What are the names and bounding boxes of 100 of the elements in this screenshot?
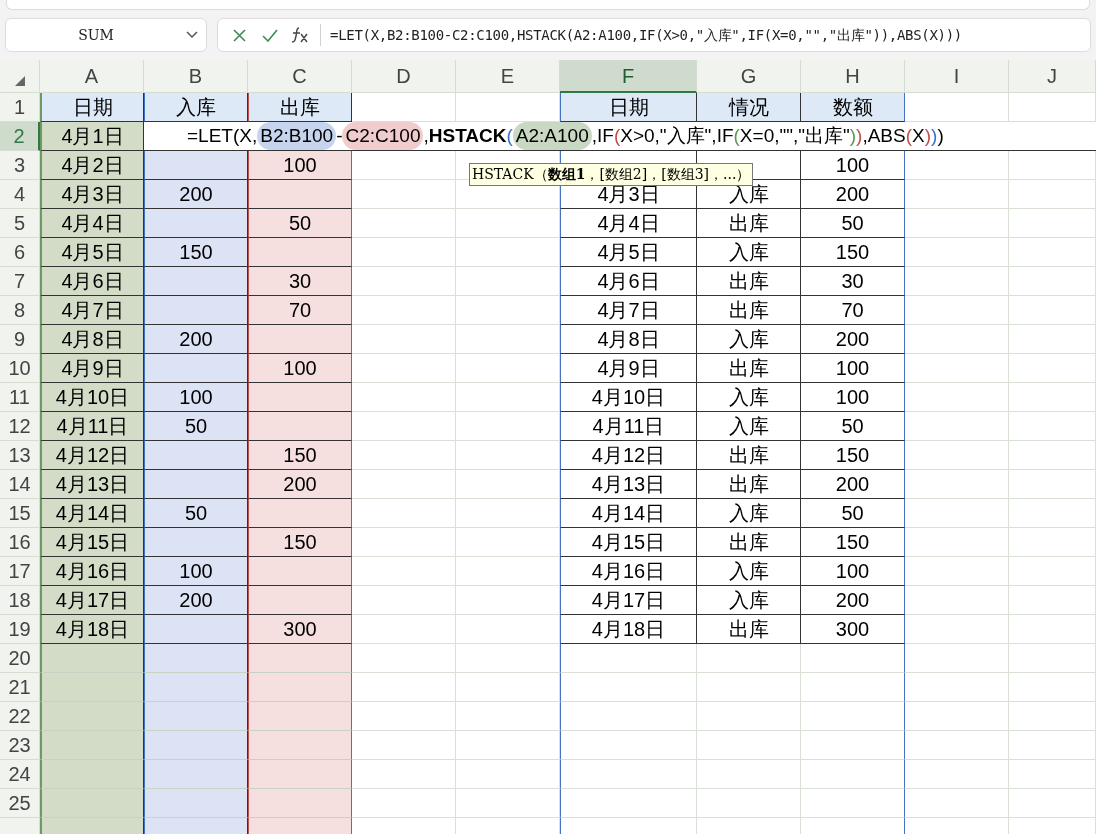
table-cell: 4月4日: [560, 209, 697, 238]
row-header[interactable]: 23: [0, 731, 40, 760]
column-header[interactable]: A: [40, 60, 144, 93]
table-cell: 入库: [697, 383, 801, 412]
table-cell: 150: [248, 528, 352, 557]
table-cell: 出库: [697, 209, 801, 238]
row-header[interactable]: 8: [0, 296, 40, 325]
table-cell: 出库: [697, 354, 801, 383]
table-cell: 150: [801, 528, 905, 557]
formula-bar[interactable]: =LET(X,B2:B100-C2:C100,HSTACK(A2:A100,IF(X>0,"入库",IF(X=0,"","出库")),ABS(X))): [217, 18, 1091, 52]
table-cell: 100: [248, 354, 352, 383]
table-cell: 300: [248, 615, 352, 644]
chevron-down-icon: [186, 31, 198, 39]
table-cell: 4月5日: [40, 238, 144, 267]
column-header[interactable]: E: [456, 60, 560, 93]
table-cell: 200: [801, 586, 905, 615]
table-cell: 4月6日: [40, 267, 144, 296]
corner-header[interactable]: [0, 60, 40, 93]
table-cell: 4月2日: [40, 151, 144, 180]
table-cell: 30: [801, 267, 905, 296]
table-cell: 100: [801, 354, 905, 383]
row-header[interactable]: 12: [0, 412, 40, 441]
table-cell: 4月16日: [560, 557, 697, 586]
table-cell: 日期: [560, 93, 697, 122]
row-header[interactable]: 16: [0, 528, 40, 557]
table-cell: 100: [248, 151, 352, 180]
row-header[interactable]: 6: [0, 238, 40, 267]
table-cell: 出库: [697, 267, 801, 296]
row-header[interactable]: 20: [0, 644, 40, 673]
table-cell: 100: [801, 557, 905, 586]
table-cell: 150: [801, 441, 905, 470]
row-header[interactable]: 3: [0, 151, 40, 180]
table-cell: 4月4日: [40, 209, 144, 238]
row-header[interactable]: 19: [0, 615, 40, 644]
table-cell: 50: [144, 499, 248, 528]
table-cell: 4月13日: [40, 470, 144, 499]
table-cell: 4月3日: [40, 180, 144, 209]
row-header[interactable]: 21: [0, 673, 40, 702]
table-cell: 4月9日: [40, 354, 144, 383]
row-header[interactable]: 11: [0, 383, 40, 412]
table-cell: 出库: [697, 615, 801, 644]
row-header[interactable]: 2: [0, 122, 40, 151]
table-cell: 出库: [697, 296, 801, 325]
row-header[interactable]: 5: [0, 209, 40, 238]
row-header[interactable]: 14: [0, 470, 40, 499]
row-header[interactable]: 13: [0, 441, 40, 470]
table-cell: 数额: [801, 93, 905, 122]
table-cell: 300: [801, 615, 905, 644]
table-cell: 100: [144, 557, 248, 586]
row-header[interactable]: 7: [0, 267, 40, 296]
table-cell: 200: [144, 325, 248, 354]
column-header[interactable]: F: [560, 60, 697, 93]
table-cell: 200: [801, 325, 905, 354]
table-cell: 入库: [697, 325, 801, 354]
table-cell: 4月6日: [560, 267, 697, 296]
table-cell: 100: [801, 383, 905, 412]
column-header[interactable]: C: [248, 60, 352, 93]
table-cell: 150: [248, 441, 352, 470]
table-cell: 4月7日: [40, 296, 144, 325]
table-cell: 150: [801, 238, 905, 267]
table-cell: 50: [248, 209, 352, 238]
row-header[interactable]: 25: [0, 789, 40, 818]
column-header[interactable]: I: [905, 60, 1009, 93]
table-cell: 4月8日: [560, 325, 697, 354]
column-header[interactable]: B: [144, 60, 248, 93]
row-header[interactable]: 1: [0, 93, 40, 122]
function-tooltip: HSTACK（数组1，[数组2]，[数组3]，...）: [469, 163, 754, 186]
select-all-icon[interactable]: [14, 76, 25, 86]
table-cell: 4月11日: [560, 412, 697, 441]
row-header[interactable]: 18: [0, 586, 40, 615]
table-cell: 日期: [40, 93, 144, 122]
table-cell: 入库: [697, 238, 801, 267]
row-header[interactable]: 22: [0, 702, 40, 731]
table-cell: 200: [144, 180, 248, 209]
name-box[interactable]: SUM: [5, 18, 207, 52]
table-cell: 4月13日: [560, 470, 697, 499]
column-header[interactable]: J: [1009, 60, 1096, 93]
table-cell: 4月14日: [40, 499, 144, 528]
row-header[interactable]: 15: [0, 499, 40, 528]
table-cell: 情况: [697, 93, 801, 122]
table-cell: 100: [144, 383, 248, 412]
table-cell: 出库: [697, 441, 801, 470]
column-header[interactable]: D: [352, 60, 456, 93]
close-icon[interactable]: [233, 28, 246, 42]
row-header[interactable]: 24: [0, 760, 40, 789]
column-header[interactable]: G: [697, 60, 801, 93]
table-cell: 入库: [144, 93, 248, 122]
function-icon[interactable]: [290, 26, 308, 44]
row-header[interactable]: 9: [0, 325, 40, 354]
row-header[interactable]: 17: [0, 557, 40, 586]
table-cell: 入库: [697, 557, 801, 586]
row-header[interactable]: 4: [0, 180, 40, 209]
table-cell: 入库: [697, 412, 801, 441]
check-icon[interactable]: [262, 28, 278, 42]
column-header[interactable]: H: [801, 60, 905, 93]
table-cell: 4月7日: [560, 296, 697, 325]
table-cell: 出库: [697, 470, 801, 499]
row-header[interactable]: 10: [0, 354, 40, 383]
formula-text: =LET(X,B2:B100-C2:C100,HSTACK(A2:A100,IF(X>0,"入库",IF(X=0,"","出库")),ABS(X))): [330, 25, 962, 45]
table-cell: 30: [248, 267, 352, 296]
